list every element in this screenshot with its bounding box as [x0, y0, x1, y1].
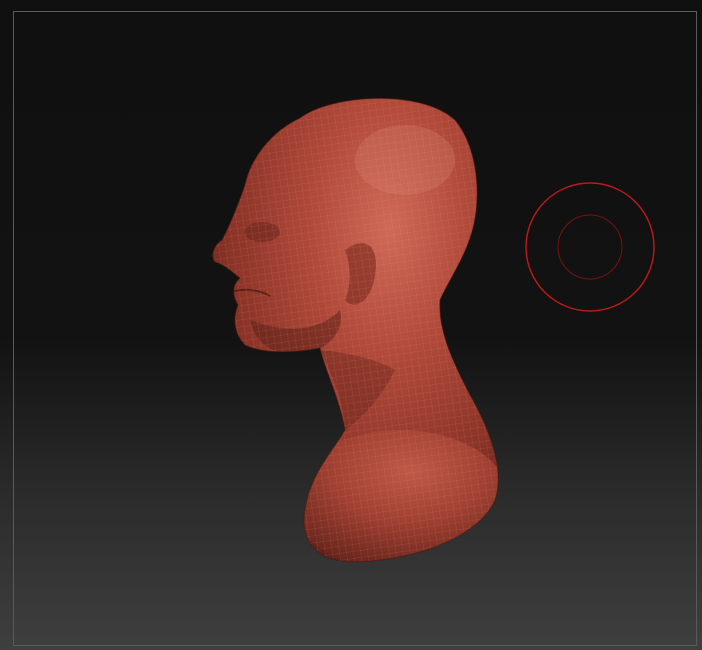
brush-inner-ring: [557, 214, 623, 280]
brush-outer-ring: [525, 182, 655, 312]
brush-cursor-icon: [525, 182, 655, 312]
sculpt-viewport[interactable]: [0, 0, 702, 650]
